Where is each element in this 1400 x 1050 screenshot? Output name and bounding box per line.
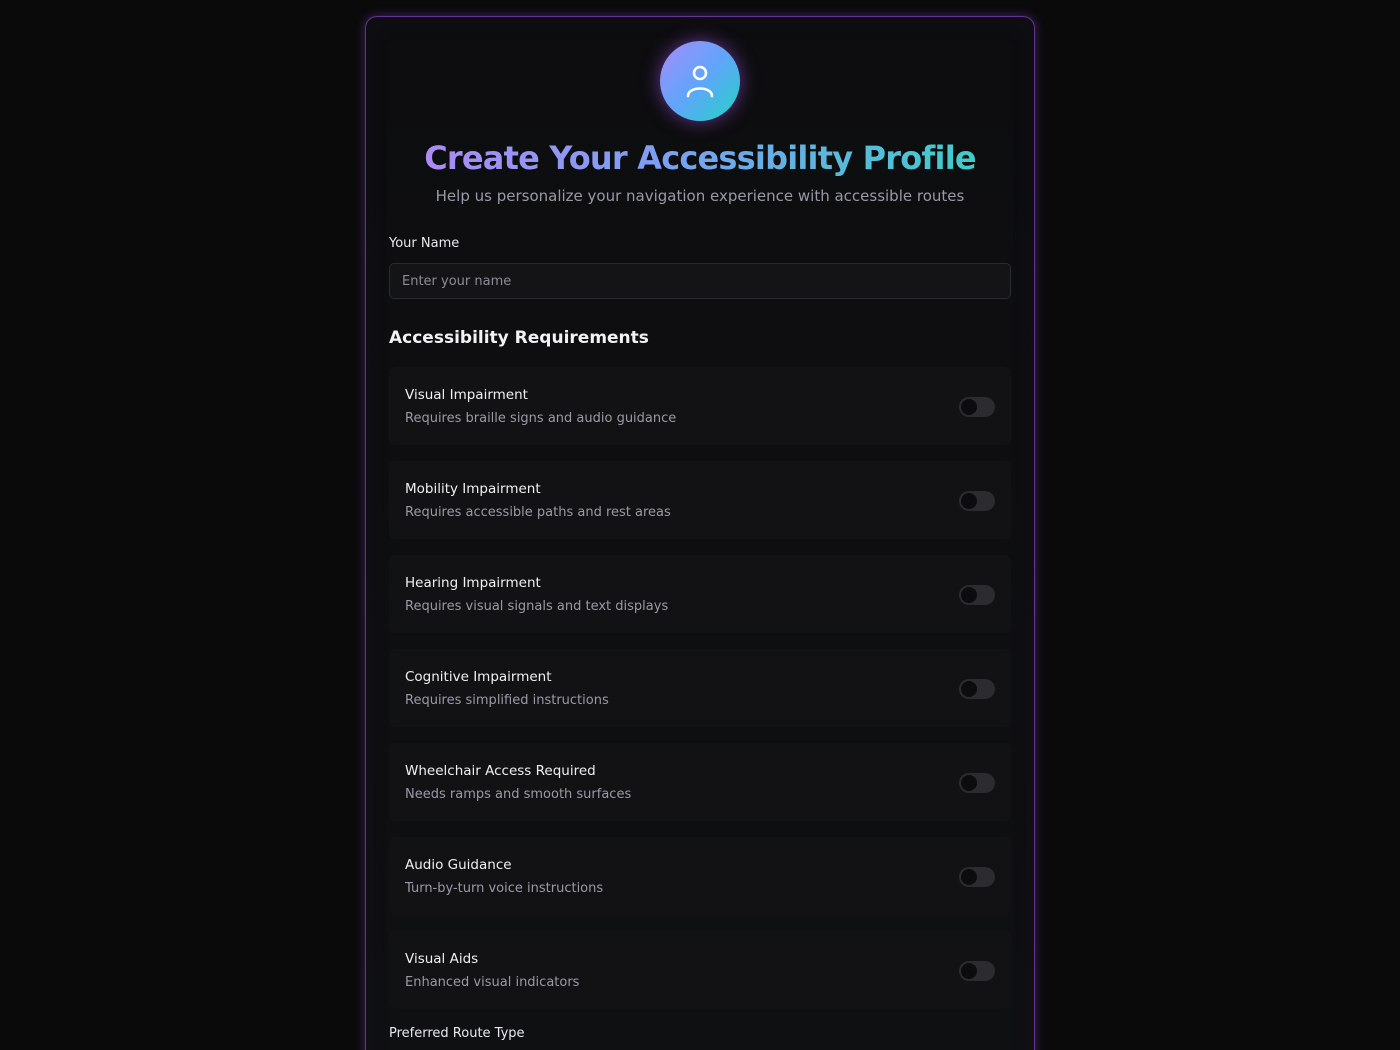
- toggle-cognitive-impairment[interactable]: [959, 679, 995, 699]
- toggle-knob: [961, 399, 977, 415]
- option-mobility-impairment: Mobility Impairment Requires accessible …: [389, 461, 1011, 539]
- user-icon: [686, 65, 714, 98]
- route-type-label: Preferred Route Type: [389, 1026, 525, 1041]
- toggle-knob: [961, 869, 977, 885]
- toggle-audio-guidance[interactable]: [959, 867, 995, 887]
- option-title: Cognitive Impairment: [405, 669, 552, 685]
- option-visual-impairment: Visual Impairment Requires braille signs…: [389, 367, 1011, 445]
- toggle-visual-aids[interactable]: [959, 961, 995, 981]
- requirements-list: Visual Impairment Requires braille signs…: [389, 367, 1011, 1009]
- option-cognitive-impairment: Cognitive Impairment Requires simplified…: [389, 649, 1011, 727]
- toggle-wheelchair-access[interactable]: [959, 773, 995, 793]
- page-title: Create Your Accessibility Profile: [389, 138, 1011, 178]
- option-title: Visual Aids: [405, 951, 479, 967]
- toggle-knob: [961, 587, 977, 603]
- page-subtitle: Help us personalize your navigation expe…: [435, 187, 965, 205]
- option-title: Hearing Impairment: [405, 575, 541, 591]
- option-description: Enhanced visual indicators: [405, 975, 580, 990]
- toggle-knob: [961, 493, 977, 509]
- option-description: Requires accessible paths and rest areas: [405, 505, 671, 520]
- option-description: Turn-by-turn voice instructions: [405, 881, 604, 896]
- option-description: Requires visual signals and text display…: [405, 599, 669, 614]
- toggle-knob: [961, 963, 977, 979]
- option-hearing-impairment: Hearing Impairment Requires visual signa…: [389, 555, 1011, 633]
- option-title: Wheelchair Access Required: [405, 763, 596, 779]
- name-label: Your Name: [389, 236, 460, 251]
- toggle-mobility-impairment[interactable]: [959, 491, 995, 511]
- toggle-knob: [961, 775, 977, 791]
- toggle-hearing-impairment[interactable]: [959, 585, 995, 605]
- profile-card: Create Your Accessibility Profile Help u…: [365, 16, 1035, 1050]
- option-visual-aids: Visual Aids Enhanced visual indicators: [389, 931, 1011, 1009]
- option-description: Requires simplified instructions: [405, 693, 609, 708]
- option-title: Mobility Impairment: [405, 481, 541, 497]
- toggle-knob: [961, 681, 977, 697]
- option-title: Visual Impairment: [405, 387, 528, 403]
- requirements-title: Accessibility Requirements: [389, 328, 649, 348]
- page: Create Your Accessibility Profile Help u…: [0, 0, 1400, 1050]
- option-audio-guidance: Audio Guidance Turn-by-turn voice instru…: [389, 837, 1011, 915]
- option-title: Audio Guidance: [405, 857, 512, 873]
- name-input[interactable]: [389, 263, 1011, 299]
- toggle-visual-impairment[interactable]: [959, 397, 995, 417]
- option-wheelchair-access: Wheelchair Access Required Needs ramps a…: [389, 743, 1011, 821]
- option-description: Needs ramps and smooth surfaces: [405, 787, 632, 802]
- avatar: [660, 41, 740, 121]
- option-description: Requires braille signs and audio guidanc…: [405, 411, 677, 426]
